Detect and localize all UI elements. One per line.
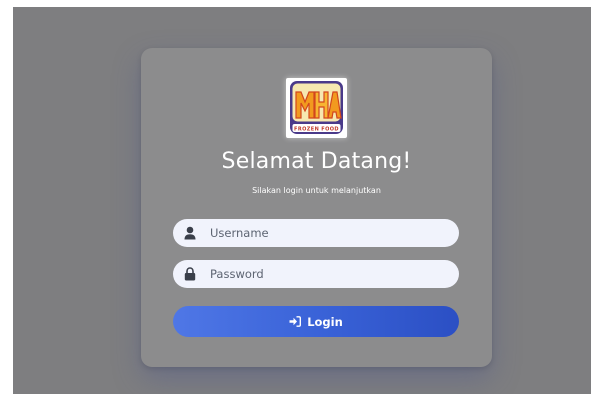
- username-input[interactable]: [210, 219, 450, 247]
- username-field[interactable]: [173, 219, 459, 247]
- lock-icon: [184, 267, 196, 281]
- user-icon: [184, 226, 196, 240]
- login-button[interactable]: Login: [173, 306, 459, 337]
- login-button-label: Login: [307, 314, 343, 329]
- brand-logo: FROZEN FOOD: [286, 78, 347, 138]
- welcome-title: Selamat Datang!: [221, 149, 412, 174]
- sign-in-icon: [289, 316, 302, 327]
- page-backdrop: FROZEN FOOD Selamat Datang! Silakan logi…: [13, 7, 591, 394]
- password-field[interactable]: [173, 260, 459, 288]
- login-card: FROZEN FOOD Selamat Datang! Silakan logi…: [141, 48, 492, 367]
- logo-tagline: FROZEN FOOD: [294, 126, 339, 132]
- login-subtitle: Silakan login untuk melanjutkan: [252, 186, 381, 195]
- password-input[interactable]: [210, 260, 450, 288]
- brand-logo-image: FROZEN FOOD: [290, 81, 343, 134]
